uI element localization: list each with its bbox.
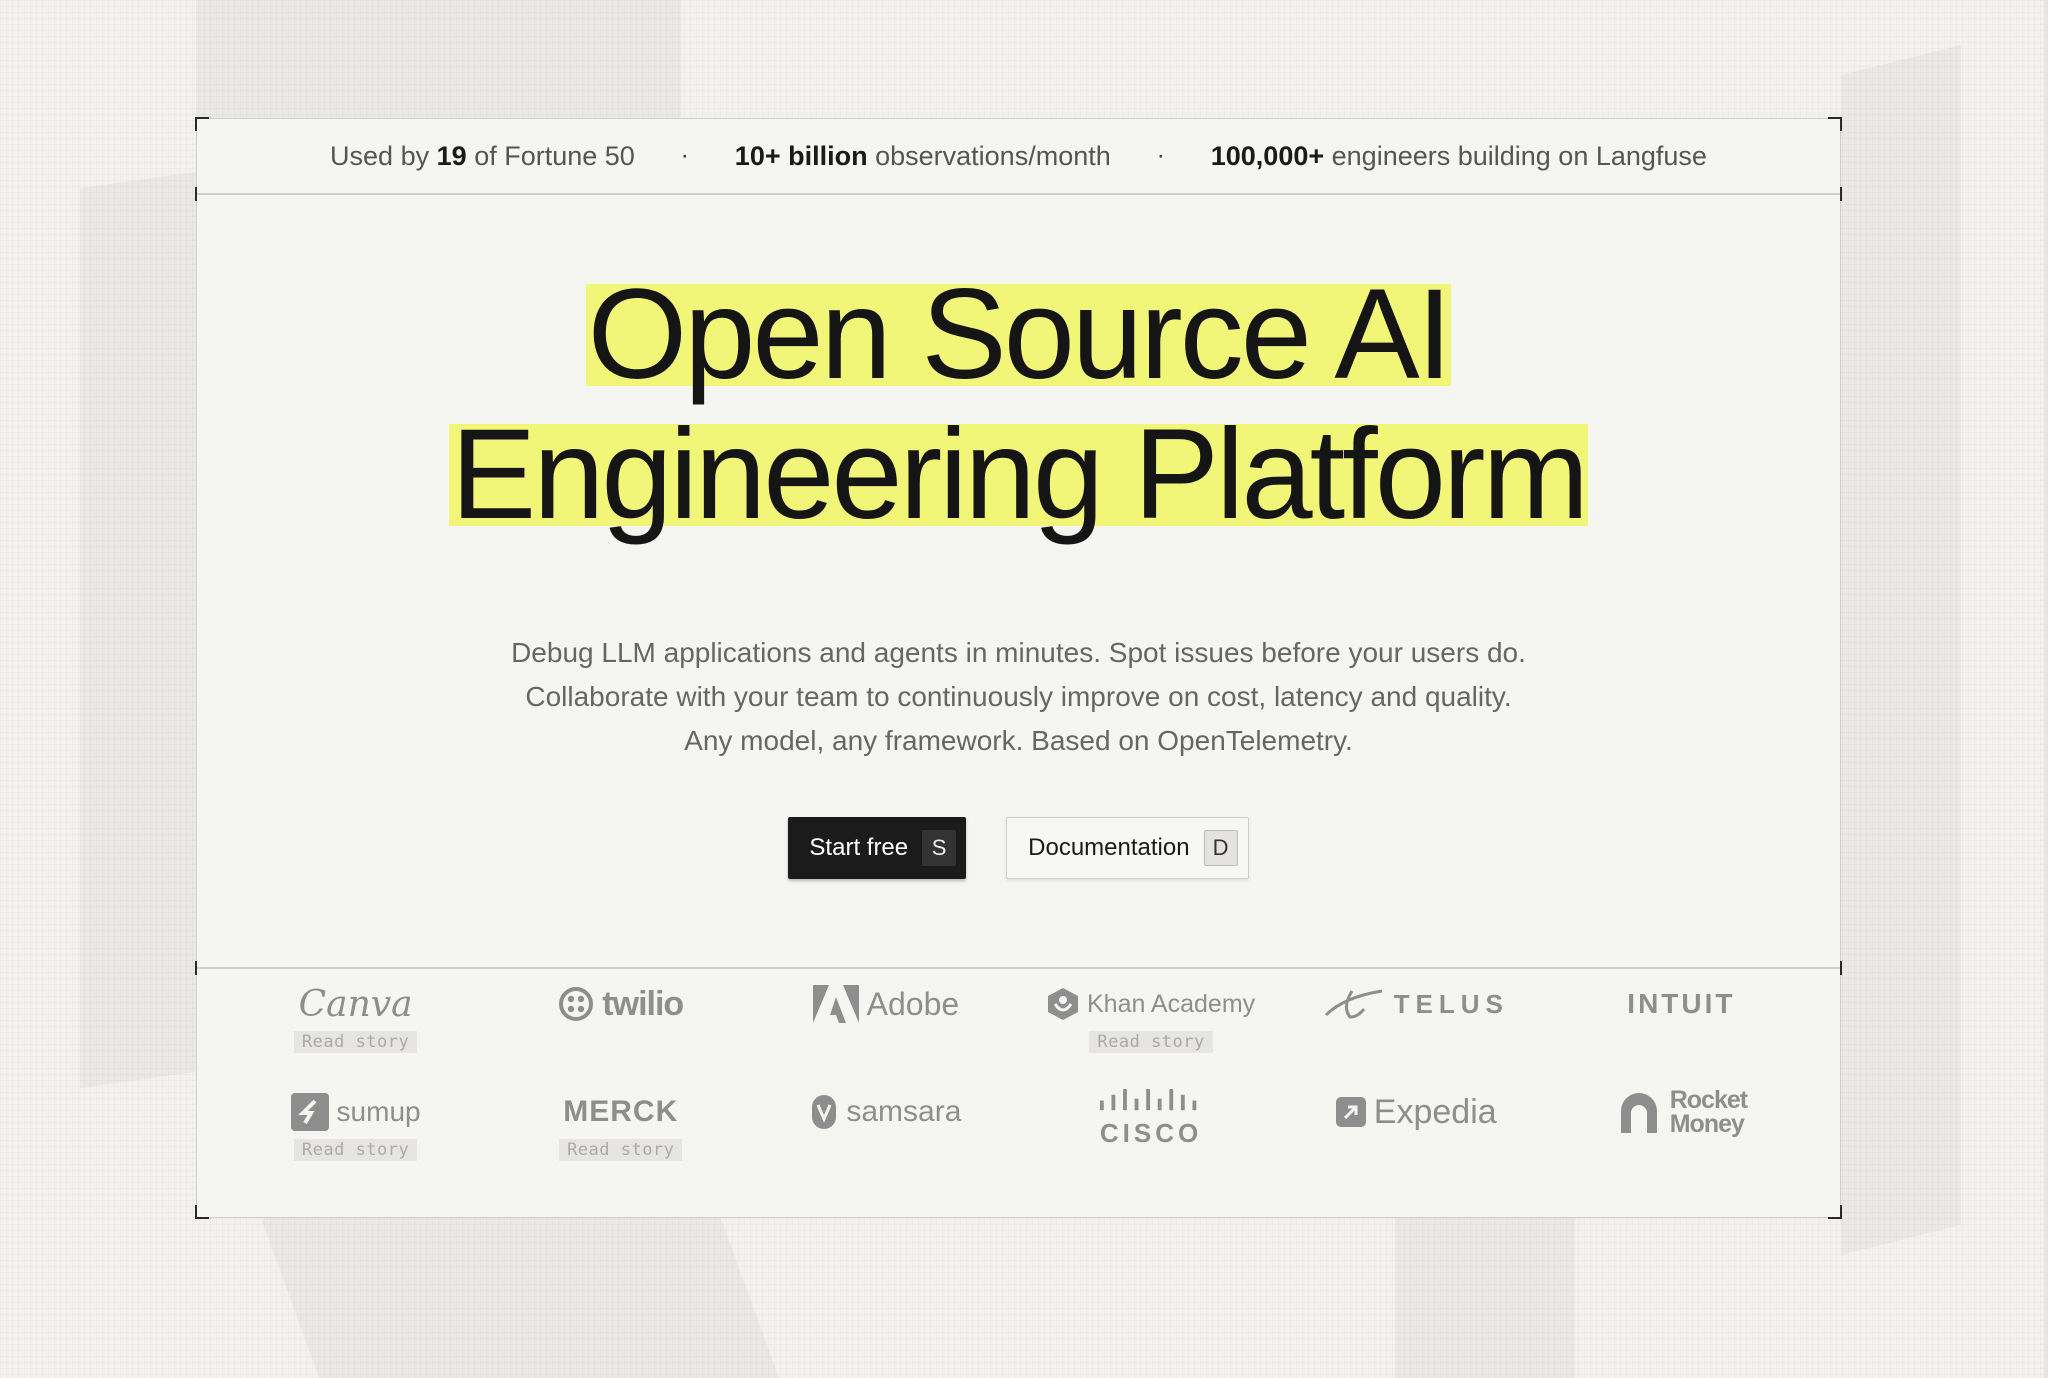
headline-row: Engineering Platform [197, 403, 1840, 546]
logo-cisco: CISCO [1018, 1077, 1283, 1185]
background-shape [261, 1218, 779, 1378]
logo-khan-academy[interactable]: Khan Academy Read story [1018, 969, 1283, 1077]
frame-corner [195, 1205, 209, 1219]
subtitle-line: Collaborate with your team to continuous… [525, 681, 1512, 712]
read-story-link[interactable]: Read story [293, 1139, 418, 1161]
read-story-link[interactable]: Read story [1089, 1031, 1213, 1053]
merck-logo: MERCK [563, 1095, 679, 1128]
logo-merck[interactable]: MERCK Read story [488, 1077, 753, 1185]
customer-logos: Canva Read story twilio Adobe Khan Acade… [197, 969, 1840, 1185]
cisco-bars-icon [1099, 1089, 1197, 1111]
headline-line-1: Open Source AI [585, 263, 1452, 406]
twilio-logo: twilio [558, 981, 684, 1027]
hero-subtitle: Debug LLM applications and agents in min… [197, 631, 1840, 763]
background-shape [1841, 45, 1961, 1255]
cta-group: Start free S Documentation D [197, 817, 1840, 879]
stat-observations: 10+ billion observations/month [734, 140, 1111, 171]
window-edge [2044, 0, 2048, 1378]
logo-expedia: Expedia [1284, 1077, 1549, 1185]
expedia-logo: Expedia [1335, 1089, 1497, 1135]
logo-twilio: twilio [488, 969, 753, 1077]
cisco-logo: CISCO [1096, 1089, 1206, 1149]
adobe-logo: Adobe [812, 981, 959, 1027]
khan-academy-logo: Khan Academy [1047, 981, 1255, 1027]
background-shape [80, 172, 196, 1088]
intuit-logo: INTUIT [1627, 988, 1736, 1019]
logo-canva[interactable]: Canva Read story [223, 969, 488, 1077]
background-shape [196, 0, 681, 118]
headline-row: Open Source AI [197, 263, 1840, 406]
telus-logo: TELUS [1324, 981, 1509, 1027]
stats-bar: Used by 19 of Fortune 50 · 10+ billion o… [197, 119, 1840, 193]
samsara-logo: samsara [810, 1089, 961, 1135]
logo-telus: TELUS [1284, 969, 1549, 1077]
headline-line-2: Engineering Platform [448, 403, 1589, 546]
read-story-link[interactable]: Read story [293, 1031, 418, 1053]
separator-dot: · [680, 142, 689, 169]
shortcut-key: S [922, 830, 957, 866]
subtitle-line: Any model, any framework. Based on OpenT… [684, 725, 1353, 756]
adobe-icon [812, 985, 859, 1023]
khan-academy-icon [1047, 988, 1078, 1020]
expedia-icon [1335, 1097, 1366, 1127]
documentation-label: Documentation [1028, 834, 1190, 861]
logo-intuit: INTUIT [1549, 969, 1814, 1077]
sumup-logo: sumup [290, 1089, 421, 1135]
start-free-label: Start free [809, 834, 909, 861]
rocket-money-icon [1620, 1093, 1657, 1133]
background-shape [1395, 1218, 1575, 1378]
logo-samsara: samsara [753, 1077, 1018, 1185]
telus-icon [1324, 989, 1382, 1019]
hero-frame: Used by 19 of Fortune 50 · 10+ billion o… [195, 117, 1842, 1219]
logo-adobe: Adobe [753, 969, 1018, 1077]
logo-sumup[interactable]: sumup Read story [223, 1077, 488, 1185]
shortcut-key: D [1203, 830, 1238, 866]
stat-engineers: 100,000+ engineers building on Langfuse [1210, 140, 1707, 171]
read-story-link[interactable]: Read story [559, 1139, 683, 1161]
rocket-money-logo: Rocket Money [1616, 1088, 1748, 1137]
documentation-button[interactable]: Documentation D [1006, 817, 1249, 879]
separator-dot: · [1156, 142, 1165, 169]
canva-logo: Canva [298, 983, 413, 1025]
start-free-button[interactable]: Start free S [788, 817, 967, 879]
samsara-icon [812, 1095, 837, 1129]
hero-headline: Open Source AI Engineering Platform [197, 263, 1840, 564]
frame-corner [1828, 1205, 1842, 1219]
subtitle-line: Debug LLM applications and agents in min… [511, 637, 1526, 668]
divider [197, 193, 1840, 195]
twilio-icon [559, 987, 594, 1021]
sumup-icon [290, 1093, 329, 1131]
stat-fortune: Used by 19 of Fortune 50 [330, 140, 635, 171]
logo-rocket-money: Rocket Money [1549, 1077, 1814, 1185]
